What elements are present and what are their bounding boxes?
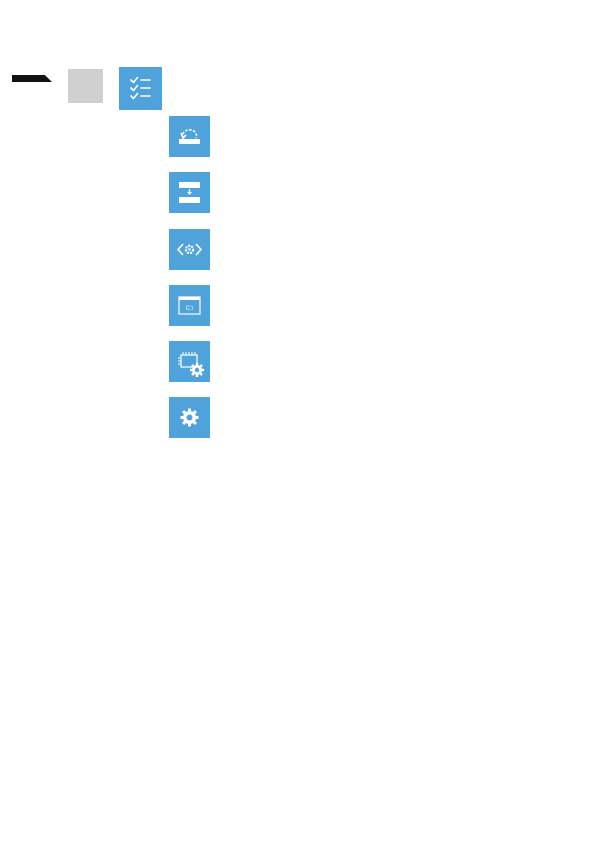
troubleshoot-checklist-icon[interactable]: [119, 67, 162, 110]
system-image-recovery-icon[interactable]: [169, 172, 210, 213]
startup-settings-icon[interactable]: [169, 397, 210, 438]
svg-text:C:\: C:\: [186, 306, 194, 312]
step-box-icon: [68, 69, 103, 103]
command-prompt-icon[interactable]: C:\: [169, 285, 210, 326]
system-restore-icon[interactable]: [169, 116, 210, 157]
uefi-firmware-settings-icon[interactable]: [169, 341, 210, 382]
section-marker: [12, 75, 52, 82]
startup-repair-icon[interactable]: [169, 229, 210, 270]
